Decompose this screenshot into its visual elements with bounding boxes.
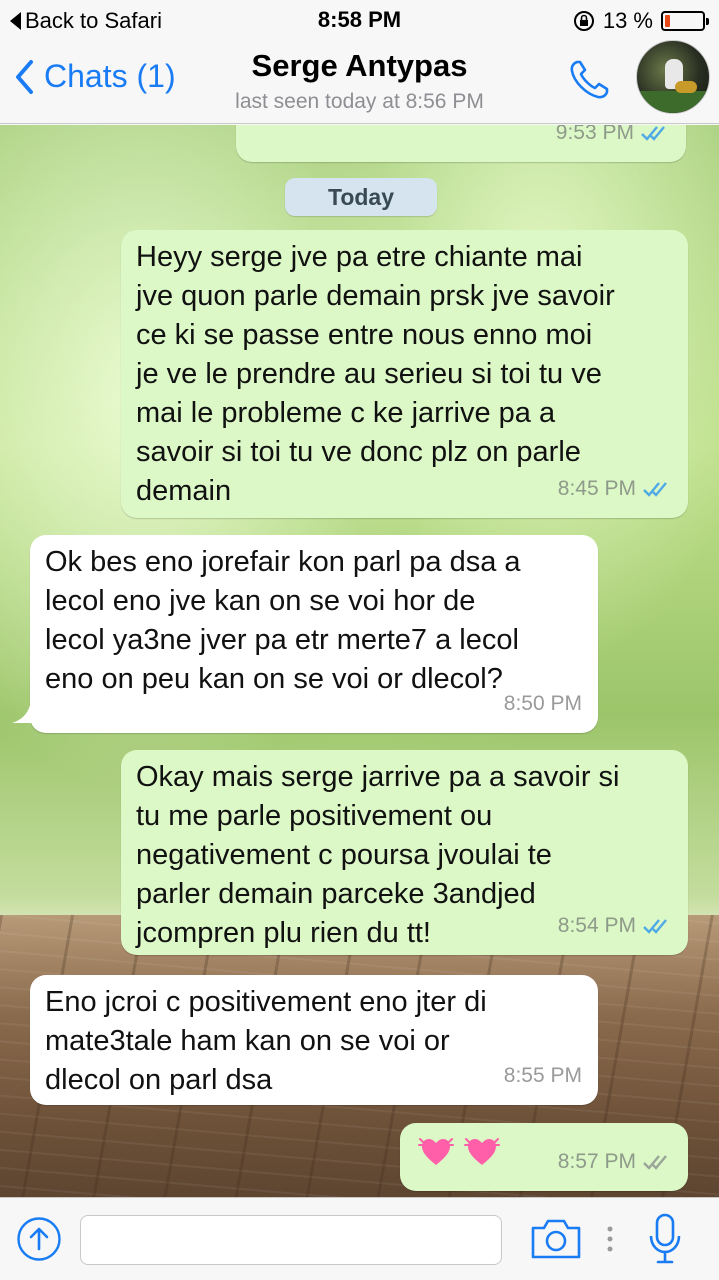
message-meta: 8:57 PM xyxy=(558,1142,672,1181)
camera-icon[interactable] xyxy=(530,1216,582,1260)
message-line: Okay mais serge jarrive pa a savoir si xyxy=(136,761,620,793)
sparkling-heart-icon xyxy=(464,1138,500,1165)
message-line: lecol eno jve kan on se voi hor de xyxy=(45,585,476,617)
avatar-photo-figure-2 xyxy=(675,81,697,93)
message-meta: 9:53 PM xyxy=(556,125,670,152)
read-ticks-icon xyxy=(643,918,667,934)
message-input-bar xyxy=(0,1197,719,1280)
bubble-tail-incoming xyxy=(12,705,36,723)
avatar-photo-ground xyxy=(637,91,709,113)
avatar[interactable] xyxy=(636,40,710,114)
message-time: 8:54 PM xyxy=(557,914,636,937)
message-meta: 8:54 PM xyxy=(558,906,672,945)
message-line: mai le probleme c ke jarrive pa a xyxy=(136,397,556,429)
status-right: 13 % xyxy=(573,8,709,34)
chat-area[interactable]: 9:53 PM Today Heyy serge jve pa etre chi… xyxy=(0,125,719,1197)
message-time: 9:53 PM xyxy=(555,125,634,144)
message-text-field[interactable] xyxy=(80,1215,502,1265)
message-line: Ok bes eno jorefair kon parl pa dsa a xyxy=(45,546,521,578)
message-line: Heyy serge jve pa etre chiante mai xyxy=(136,241,583,273)
message-line: savoir si toi tu ve donc plz on parle xyxy=(136,436,581,468)
read-ticks-icon xyxy=(643,481,667,497)
sparkling-heart-icon xyxy=(418,1138,454,1165)
delivered-ticks-icon xyxy=(643,1154,667,1170)
message-meta: 8:55 PM xyxy=(504,1056,582,1095)
attach-arrow-icon[interactable] xyxy=(16,1216,62,1262)
read-ticks-icon xyxy=(641,125,665,141)
message-line: negativement c poursa jvoulai te xyxy=(136,839,552,871)
message-line: jve quon parle demain prsk jve savoir xyxy=(136,280,615,312)
message-bubble-incoming[interactable]: Ok bes eno jorefair kon parl pa dsa a le… xyxy=(30,535,598,733)
battery-icon xyxy=(661,11,709,31)
message-time: 8:57 PM xyxy=(557,1150,636,1173)
message-line: Eno jcroi c positivement eno jter di xyxy=(45,986,487,1018)
message-line: lecol ya3ne jver pa etr merte7 a lecol xyxy=(45,624,519,656)
phone-icon[interactable] xyxy=(566,56,614,104)
message-meta: 8:45 PM xyxy=(558,469,672,508)
message-time: 8:55 PM xyxy=(503,1064,582,1087)
chat-header: Chats (1) Serge Antypas last seen today … xyxy=(0,40,719,124)
message-bubble-outgoing[interactable]: Heyy serge jve pa etre chiante mai jve q… xyxy=(121,230,688,518)
rotation-lock-icon xyxy=(573,11,594,31)
message-line: ce ki se passe entre nous enno moi xyxy=(136,319,593,351)
message-bubble-outgoing-emoji[interactable]: 8:57 PM xyxy=(400,1123,688,1191)
message-meta: 8:50 PM xyxy=(504,684,582,723)
message-line: tu me parle positivement ou xyxy=(136,800,493,832)
message-bubble-outgoing-partial[interactable]: 9:53 PM xyxy=(236,125,686,162)
message-bubble-incoming[interactable]: Eno jcroi c positivement eno jter di mat… xyxy=(30,975,598,1105)
message-time: 8:45 PM xyxy=(557,477,636,500)
battery-percentage: 13 % xyxy=(602,8,653,33)
date-separator: Today xyxy=(285,178,437,216)
status-bar: Back to Safari 8:58 PM 13 % xyxy=(0,0,719,40)
divider-dots-icon xyxy=(607,1226,613,1252)
battery-level-fill xyxy=(665,15,670,27)
message-line: je ve le prendre au serieu si toi tu ve xyxy=(136,358,602,390)
mic-icon[interactable] xyxy=(648,1212,682,1266)
message-bubble-outgoing[interactable]: Okay mais serge jarrive pa a savoir si t… xyxy=(121,750,688,955)
message-time: 8:50 PM xyxy=(503,692,582,715)
